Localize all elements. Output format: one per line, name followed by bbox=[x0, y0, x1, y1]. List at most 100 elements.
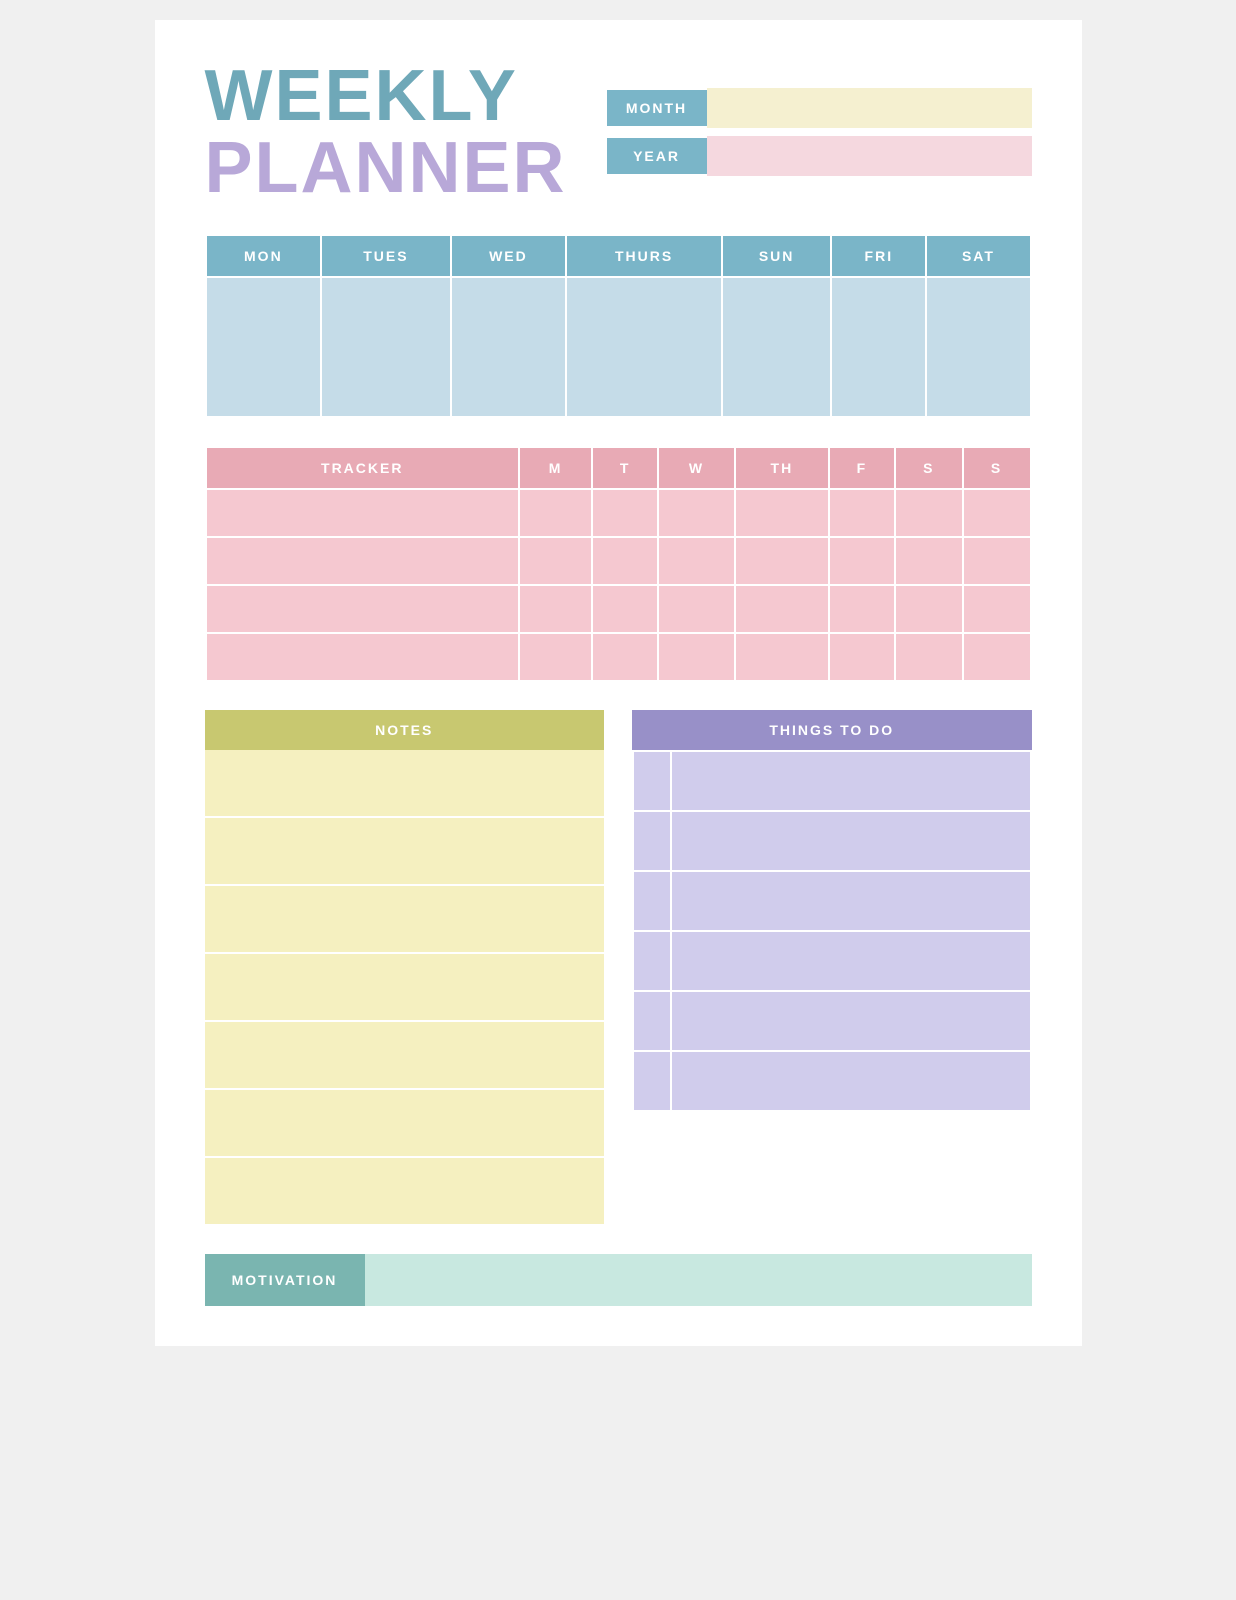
tracker-w-2[interactable] bbox=[658, 537, 735, 585]
notes-row-3[interactable] bbox=[205, 886, 605, 954]
tracker-t-4[interactable] bbox=[592, 633, 658, 681]
tracker-header-s1: S bbox=[895, 447, 963, 489]
tracker-f-1[interactable] bbox=[829, 489, 895, 537]
tracker-name-2[interactable] bbox=[206, 537, 520, 585]
notes-block: NOTES bbox=[205, 710, 605, 1226]
tracker-header-f: F bbox=[829, 447, 895, 489]
todo-header: THINGS TO DO bbox=[632, 710, 1032, 750]
tracker-w-3[interactable] bbox=[658, 585, 735, 633]
tracker-th-2[interactable] bbox=[735, 537, 829, 585]
day-header-mon: MON bbox=[206, 235, 322, 277]
todo-row-5 bbox=[633, 991, 1031, 1051]
notes-row-4[interactable] bbox=[205, 954, 605, 1022]
tracker-row bbox=[206, 585, 1031, 633]
todo-check-1[interactable] bbox=[633, 751, 671, 811]
todo-row-2 bbox=[633, 811, 1031, 871]
tracker-th-1[interactable] bbox=[735, 489, 829, 537]
todo-text-3[interactable] bbox=[671, 871, 1031, 931]
tracker-t-3[interactable] bbox=[592, 585, 658, 633]
tracker-s1-2[interactable] bbox=[895, 537, 963, 585]
cell-wed[interactable] bbox=[451, 277, 567, 417]
todo-row-1 bbox=[633, 751, 1031, 811]
cell-sun[interactable] bbox=[722, 277, 831, 417]
todo-row-4 bbox=[633, 931, 1031, 991]
tracker-name-4[interactable] bbox=[206, 633, 520, 681]
tracker-section: TRACKER M T W TH F S S bbox=[205, 446, 1032, 682]
tracker-header-m: M bbox=[519, 447, 592, 489]
tracker-s2-1[interactable] bbox=[963, 489, 1031, 537]
tracker-t-1[interactable] bbox=[592, 489, 658, 537]
tracker-header-w: W bbox=[658, 447, 735, 489]
todo-table bbox=[632, 750, 1032, 1112]
day-header-tues: TUES bbox=[321, 235, 450, 277]
cell-sat[interactable] bbox=[926, 277, 1030, 417]
month-label: MONTH bbox=[607, 90, 707, 126]
todo-check-3[interactable] bbox=[633, 871, 671, 931]
tracker-s1-1[interactable] bbox=[895, 489, 963, 537]
notes-row-6[interactable] bbox=[205, 1090, 605, 1158]
tracker-s2-3[interactable] bbox=[963, 585, 1031, 633]
day-header-thurs: THURS bbox=[566, 235, 722, 277]
month-year-block: MONTH YEAR bbox=[607, 88, 1032, 176]
todo-block: THINGS TO DO bbox=[632, 710, 1032, 1226]
tracker-s2-2[interactable] bbox=[963, 537, 1031, 585]
weekly-section: MON TUES WED THURS SUN FRI SAT bbox=[205, 234, 1032, 418]
motivation-label: MOTIVATION bbox=[205, 1254, 365, 1306]
tracker-f-3[interactable] bbox=[829, 585, 895, 633]
tracker-header-row: TRACKER M T W TH F S S bbox=[206, 447, 1031, 489]
notes-row-7[interactable] bbox=[205, 1158, 605, 1226]
tracker-th-4[interactable] bbox=[735, 633, 829, 681]
cell-mon[interactable] bbox=[206, 277, 322, 417]
month-value[interactable] bbox=[707, 88, 1032, 128]
notes-row-1[interactable] bbox=[205, 750, 605, 818]
bottom-row: NOTES THINGS TO DO bbox=[205, 710, 1032, 1226]
weekly-header-row: MON TUES WED THURS SUN FRI SAT bbox=[206, 235, 1031, 277]
tracker-row bbox=[206, 537, 1031, 585]
tracker-s1-3[interactable] bbox=[895, 585, 963, 633]
day-header-wed: WED bbox=[451, 235, 567, 277]
notes-row-2[interactable] bbox=[205, 818, 605, 886]
weekly-row bbox=[206, 277, 1031, 417]
todo-check-6[interactable] bbox=[633, 1051, 671, 1111]
tracker-header-th: TH bbox=[735, 447, 829, 489]
todo-text-5[interactable] bbox=[671, 991, 1031, 1051]
tracker-name-1[interactable] bbox=[206, 489, 520, 537]
tracker-w-1[interactable] bbox=[658, 489, 735, 537]
year-row: YEAR bbox=[607, 136, 1032, 176]
cell-tues[interactable] bbox=[321, 277, 450, 417]
todo-row-3 bbox=[633, 871, 1031, 931]
todo-text-6[interactable] bbox=[671, 1051, 1031, 1111]
tracker-m-1[interactable] bbox=[519, 489, 592, 537]
motivation-value[interactable] bbox=[365, 1254, 1032, 1306]
todo-check-2[interactable] bbox=[633, 811, 671, 871]
todo-check-5[interactable] bbox=[633, 991, 671, 1051]
tracker-w-4[interactable] bbox=[658, 633, 735, 681]
tracker-header-t: T bbox=[592, 447, 658, 489]
todo-check-4[interactable] bbox=[633, 931, 671, 991]
notes-header: NOTES bbox=[205, 710, 605, 750]
day-header-sat: SAT bbox=[926, 235, 1030, 277]
tracker-grid: TRACKER M T W TH F S S bbox=[205, 446, 1032, 682]
year-value[interactable] bbox=[707, 136, 1032, 176]
cell-thurs[interactable] bbox=[566, 277, 722, 417]
tracker-s2-4[interactable] bbox=[963, 633, 1031, 681]
todo-text-4[interactable] bbox=[671, 931, 1031, 991]
tracker-name-3[interactable] bbox=[206, 585, 520, 633]
todo-text-1[interactable] bbox=[671, 751, 1031, 811]
tracker-s1-4[interactable] bbox=[895, 633, 963, 681]
tracker-f-2[interactable] bbox=[829, 537, 895, 585]
tracker-m-3[interactable] bbox=[519, 585, 592, 633]
notes-row-5[interactable] bbox=[205, 1022, 605, 1090]
tracker-m-2[interactable] bbox=[519, 537, 592, 585]
title-block: WEEKLY PLANNER bbox=[205, 60, 567, 204]
todo-text-2[interactable] bbox=[671, 811, 1031, 871]
year-label: YEAR bbox=[607, 138, 707, 174]
todo-row-6 bbox=[633, 1051, 1031, 1111]
header: WEEKLY PLANNER MONTH YEAR bbox=[205, 60, 1032, 204]
tracker-t-2[interactable] bbox=[592, 537, 658, 585]
tracker-row bbox=[206, 633, 1031, 681]
tracker-f-4[interactable] bbox=[829, 633, 895, 681]
cell-fri[interactable] bbox=[831, 277, 926, 417]
tracker-th-3[interactable] bbox=[735, 585, 829, 633]
tracker-m-4[interactable] bbox=[519, 633, 592, 681]
